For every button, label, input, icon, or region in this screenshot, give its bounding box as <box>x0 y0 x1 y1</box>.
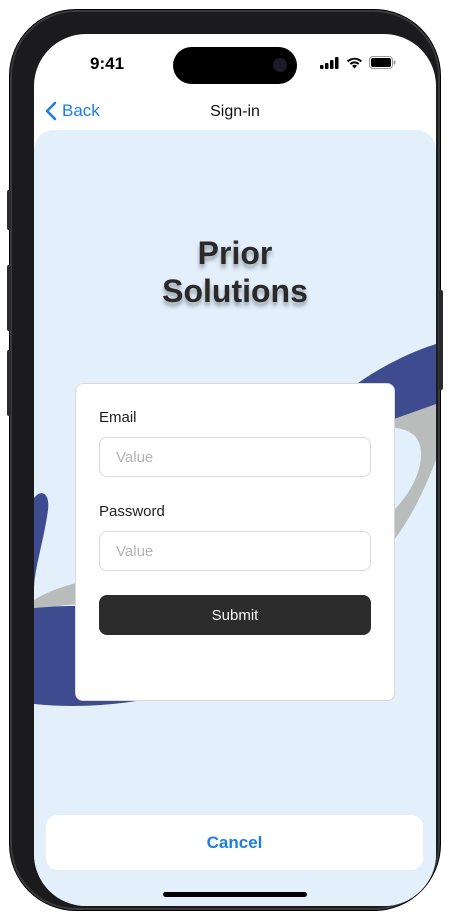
signal-icon <box>320 56 339 69</box>
home-indicator[interactable] <box>163 892 307 897</box>
camera-icon <box>273 58 287 72</box>
page-title: Sign-in <box>210 103 260 120</box>
status-time: 9:41 <box>90 54 125 73</box>
dynamic-island <box>173 47 297 84</box>
password-label: Password <box>99 503 165 520</box>
volume-up-button <box>7 265 11 331</box>
screen: 9:41 Back Sign-in Prior Solutions Email … <box>34 34 436 906</box>
volume-down-button <box>7 350 11 416</box>
email-field[interactable] <box>99 437 371 477</box>
status-bar: 9:41 <box>34 34 436 98</box>
navigation-bar: Back Sign-in <box>34 98 436 130</box>
wifi-icon <box>347 57 362 68</box>
brand-title: Prior Solutions <box>34 234 436 310</box>
brand-line-1: Prior <box>197 235 273 271</box>
brand-line-2: Solutions <box>162 273 308 309</box>
submit-button[interactable]: Submit <box>99 595 371 635</box>
email-label: Email <box>99 409 137 426</box>
password-field[interactable] <box>99 531 371 571</box>
content-area: Prior Solutions Email Password Submit Ca… <box>34 130 436 906</box>
power-button <box>439 290 443 390</box>
sign-in-form: Email Password Submit <box>75 383 395 701</box>
cancel-button[interactable]: Cancel <box>46 815 423 870</box>
phone-frame: 9:41 Back Sign-in Prior Solutions Email … <box>7 10 443 910</box>
battery-icon <box>369 56 396 69</box>
action-button <box>7 190 11 230</box>
status-icons <box>320 56 396 69</box>
